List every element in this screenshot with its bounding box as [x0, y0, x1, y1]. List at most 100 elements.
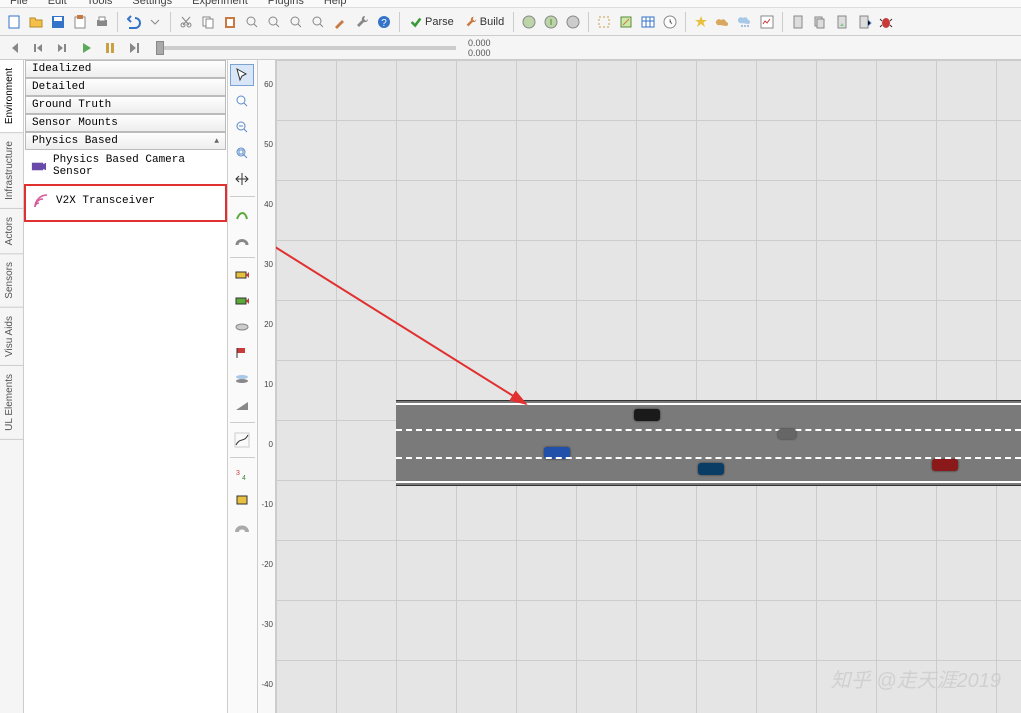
globe2-icon[interactable]	[541, 12, 561, 32]
zoom-in-icon[interactable]	[242, 12, 262, 32]
clock-icon[interactable]	[660, 12, 680, 32]
menu-plugins[interactable]: Plugins	[268, 0, 304, 4]
category-physics-based[interactable]: Physics Based▲	[25, 132, 226, 150]
tab-actors[interactable]: Actors	[0, 209, 23, 254]
zoom-tool-icon[interactable]	[230, 90, 254, 112]
playback-bar: 0.000 0.000	[0, 36, 1021, 60]
copy-icon[interactable]	[198, 12, 218, 32]
parse-button[interactable]: Parse	[405, 12, 458, 32]
zoom-fit-tool-icon[interactable]	[230, 142, 254, 164]
collapse-icon: ▲	[214, 137, 219, 146]
library-panel: Idealized Detailed Ground Truth Sensor M…	[24, 60, 228, 713]
build-button[interactable]: Build	[460, 12, 508, 32]
ruler-tick: 0	[259, 440, 273, 449]
doc1-icon[interactable]	[788, 12, 808, 32]
edit-layer-icon[interactable]	[616, 12, 636, 32]
redo-dropdown-icon[interactable]	[145, 12, 165, 32]
menu-tools[interactable]: Tools	[87, 0, 113, 4]
curve-tool-icon[interactable]	[230, 229, 254, 251]
ruler-tick: -20	[259, 560, 273, 569]
ruler-tick: -40	[259, 680, 273, 689]
selection-icon[interactable]	[594, 12, 614, 32]
slope-tool-icon[interactable]	[230, 394, 254, 416]
print-icon[interactable]	[92, 12, 112, 32]
zoom-fit-icon[interactable]	[286, 12, 306, 32]
zoom-out-icon[interactable]	[264, 12, 284, 32]
paste-icon[interactable]	[220, 12, 240, 32]
zoom-out-tool-icon[interactable]	[230, 116, 254, 138]
pause-icon[interactable]	[100, 38, 120, 58]
item-v2x-transceiver[interactable]: V2X Transceiver	[24, 184, 227, 222]
pan-tool-icon[interactable]	[230, 168, 254, 190]
road[interactable]	[396, 400, 1021, 486]
ruler-tick: 10	[259, 380, 273, 389]
menu-edit[interactable]: Edit	[48, 0, 67, 4]
doc4-icon[interactable]	[854, 12, 874, 32]
brush-icon[interactable]	[330, 12, 350, 32]
layer-tool-icon[interactable]	[230, 368, 254, 390]
canvas[interactable]: 6050403020100-10-20-30-40 知乎 @走天涯2019	[258, 60, 1021, 713]
vertical-toolbar: 34	[228, 60, 258, 713]
doc3-icon[interactable]	[832, 12, 852, 32]
svg-text:3: 3	[236, 470, 240, 477]
menu-file[interactable]: File	[10, 0, 28, 4]
clipboard-icon[interactable]	[70, 12, 90, 32]
cursor-tool-icon[interactable]	[230, 64, 254, 86]
marker2-icon[interactable]	[230, 290, 254, 312]
vehicle-gray[interactable]	[778, 429, 796, 439]
step-fwd-icon[interactable]	[52, 38, 72, 58]
path-tool-icon[interactable]	[230, 203, 254, 225]
ruler-tick: 40	[259, 200, 273, 209]
bug-icon[interactable]	[876, 12, 896, 32]
doc2-icon[interactable]	[810, 12, 830, 32]
svg-text:4: 4	[242, 475, 246, 482]
chart-icon[interactable]	[757, 12, 777, 32]
vehicle-darkblue[interactable]	[698, 463, 724, 475]
wrench-icon[interactable]	[352, 12, 372, 32]
tab-infrastructure[interactable]: Infrastructure	[0, 133, 23, 209]
category-detailed[interactable]: Detailed	[25, 78, 226, 96]
vehicle-blue[interactable]	[544, 447, 570, 459]
sign-tool-icon[interactable]	[230, 490, 254, 512]
slider-thumb-icon[interactable]	[156, 41, 164, 55]
menu-settings[interactable]: Settings	[132, 0, 172, 4]
weather-icon[interactable]	[735, 12, 755, 32]
undo-icon[interactable]	[123, 12, 143, 32]
vehicle-red[interactable]	[932, 459, 958, 471]
globe1-icon[interactable]	[519, 12, 539, 32]
vehicle-black[interactable]	[634, 409, 660, 421]
open-folder-icon[interactable]	[26, 12, 46, 32]
road-seg-icon[interactable]	[230, 516, 254, 538]
item-camera-sensor[interactable]: Physics Based Camera Sensor	[24, 150, 227, 182]
flag-tool-icon[interactable]	[230, 342, 254, 364]
menu-experiment[interactable]: Experiment	[192, 0, 248, 4]
star-icon[interactable]	[691, 12, 711, 32]
category-sensor-mounts[interactable]: Sensor Mounts	[25, 114, 226, 132]
numbers-tool-icon[interactable]: 34	[230, 464, 254, 486]
new-file-icon[interactable]	[4, 12, 24, 32]
cut-icon[interactable]	[176, 12, 196, 32]
category-idealized[interactable]: Idealized	[25, 60, 226, 78]
save-icon[interactable]	[48, 12, 68, 32]
to-end-icon[interactable]	[124, 38, 144, 58]
tab-ul-elements[interactable]: UL Elements	[0, 366, 23, 440]
tab-sensors[interactable]: Sensors	[0, 254, 23, 308]
menu-help[interactable]: Help	[324, 0, 347, 4]
globe3-icon[interactable]	[563, 12, 583, 32]
tab-visu-aids[interactable]: Visu Aids	[0, 308, 23, 366]
table-icon[interactable]	[638, 12, 658, 32]
help-icon[interactable]: ?	[374, 12, 394, 32]
category-ground-truth[interactable]: Ground Truth	[25, 96, 226, 114]
tab-environment[interactable]: Environment	[0, 60, 23, 133]
marker1-icon[interactable]	[230, 264, 254, 286]
time-slider[interactable]	[156, 46, 456, 50]
cloud-icon[interactable]	[713, 12, 733, 32]
play-icon[interactable]	[76, 38, 96, 58]
disc-tool-icon[interactable]	[230, 316, 254, 338]
grid	[276, 60, 1021, 713]
ruler-tick: 30	[259, 260, 273, 269]
step-back-icon[interactable]	[28, 38, 48, 58]
traj-tool-icon[interactable]	[230, 429, 254, 451]
zoom-reset-icon[interactable]	[308, 12, 328, 32]
to-start-icon[interactable]	[4, 38, 24, 58]
